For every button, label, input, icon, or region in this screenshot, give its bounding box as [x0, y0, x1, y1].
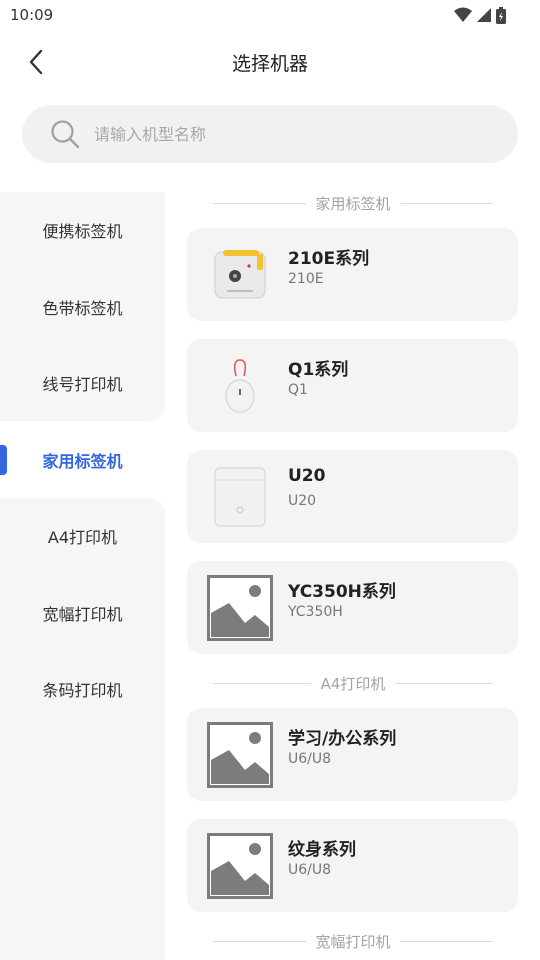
image-placeholder-icon: [207, 722, 273, 788]
section-title: 宽幅打印机: [315, 932, 391, 951]
status-bar: 10:09: [0, 0, 540, 32]
device-name: 学习/办公系列: [288, 729, 397, 749]
section-title: 家用标签机: [315, 194, 391, 213]
device-card[interactable]: 学习/办公系列 U6/U8: [187, 708, 518, 801]
divider-line: [400, 202, 494, 204]
sidebar-item-wire-marker[interactable]: 线号打印机: [0, 363, 165, 403]
sidebar-item-home[interactable]: 家用标签机: [0, 440, 165, 480]
device-card[interactable]: 纹身系列 U6/U8: [187, 819, 518, 912]
divider-line: [213, 202, 306, 204]
page-title: 选择机器: [231, 53, 308, 75]
device-name: YC350H系列: [288, 582, 396, 602]
sidebar-item-portable[interactable]: 便携标签机: [0, 210, 165, 250]
search-bar[interactable]: [22, 105, 518, 163]
device-name: 210E系列: [288, 249, 370, 269]
divider-line: [395, 682, 493, 684]
egg-printer-icon: [207, 353, 273, 419]
device-list: 家用标签机 210E系列 210E Q1系列 Q1 U20 U20 YC350H…: [187, 192, 518, 960]
battery-icon: [496, 6, 506, 24]
device-model: YC350H: [288, 604, 343, 620]
status-time: 10:09: [10, 6, 54, 24]
label-printer-icon: [207, 242, 273, 308]
image-placeholder-icon: [207, 575, 273, 641]
divider-line: [213, 940, 306, 942]
header: 选择机器: [0, 34, 540, 90]
device-name: Q1系列: [288, 360, 349, 380]
sidebar-item-a4[interactable]: A4打印机: [0, 516, 165, 556]
device-card[interactable]: YC350H系列 YC350H: [187, 561, 518, 654]
section-header: 宽幅打印机: [213, 930, 494, 952]
sidebar-item-barcode[interactable]: 条码打印机: [0, 669, 165, 709]
device-name: 纹身系列: [288, 840, 356, 860]
device-card[interactable]: Q1系列 Q1: [187, 339, 518, 432]
device-model: 210E: [288, 271, 324, 287]
sidebar-bg-bottom: [0, 498, 165, 960]
device-model: U20: [288, 493, 317, 509]
device-model: U6/U8: [288, 751, 332, 767]
divider-line: [213, 682, 311, 684]
section-header: A4打印机: [213, 672, 493, 694]
device-card[interactable]: U20 U20: [187, 450, 518, 543]
wifi-icon: [454, 7, 472, 22]
device-model: Q1: [288, 382, 308, 398]
box-printer-icon: [207, 464, 273, 530]
sidebar-item-wide[interactable]: 宽幅打印机: [0, 593, 165, 633]
category-sidebar: 便携标签机 色带标签机 线号打印机 家用标签机 A4打印机 宽幅打印机 条码打印…: [0, 192, 165, 960]
device-name: U20: [288, 466, 326, 486]
section-header: 家用标签机: [213, 192, 494, 214]
divider-line: [400, 940, 494, 942]
search-icon: [50, 119, 80, 149]
device-card[interactable]: 210E系列 210E: [187, 228, 518, 321]
signal-icon: [477, 8, 491, 22]
device-model: U6/U8: [288, 862, 332, 878]
section-title: A4打印机: [320, 674, 386, 693]
image-placeholder-icon: [207, 833, 273, 899]
status-icons: [454, 6, 506, 24]
search-input[interactable]: [94, 124, 474, 144]
sidebar-item-ribbon[interactable]: 色带标签机: [0, 287, 165, 327]
